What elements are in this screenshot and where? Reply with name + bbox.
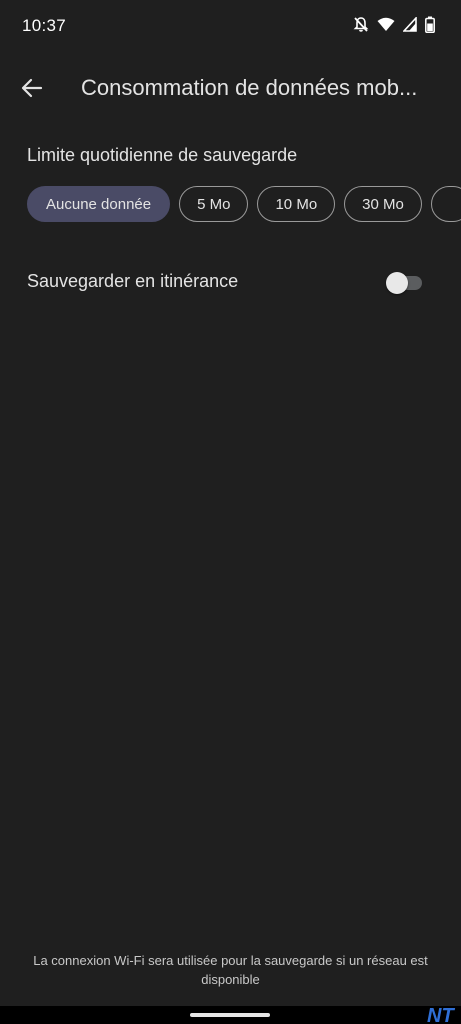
chip-10-mo[interactable]: 10 Mo xyxy=(257,186,336,222)
daily-limit-chips: Aucune donnée 5 Mo 10 Mo 30 Mo xyxy=(27,186,461,224)
app-bar: Consommation de données mob... xyxy=(0,62,461,114)
switch-thumb xyxy=(386,272,408,294)
battery-icon xyxy=(425,16,435,33)
chip-5-mo[interactable]: 5 Mo xyxy=(179,186,249,222)
roaming-backup-row[interactable]: Sauvegarder en itinérance xyxy=(0,258,461,306)
chip-partial[interactable] xyxy=(430,186,461,222)
status-bar: 10:37 xyxy=(0,0,461,52)
status-icons xyxy=(353,16,435,33)
navigation-bar xyxy=(0,1006,461,1024)
arrow-back-icon xyxy=(21,78,43,98)
chip-30-mo[interactable]: 30 Mo xyxy=(344,186,422,222)
svg-text:NT: NT xyxy=(427,1005,455,1024)
back-button[interactable] xyxy=(14,70,50,106)
wifi-backup-note: La connexion Wi-Fi sera utilisée pour la… xyxy=(33,953,428,987)
chip-aucune-donnee[interactable]: Aucune donnée xyxy=(27,186,171,222)
cellular-signal-icon xyxy=(403,17,417,32)
roaming-backup-label: Sauvegarder en itinérance xyxy=(27,271,239,291)
wifi-icon xyxy=(377,17,395,32)
notifications-off-icon xyxy=(353,16,369,33)
screen: 10:37 Consommation de données mob... Lim… xyxy=(0,0,461,1024)
daily-limit-title: Limite quotidienne de sauvegarde xyxy=(27,145,298,165)
watermark-logo: NT xyxy=(427,1005,455,1024)
gesture-handle[interactable] xyxy=(190,1013,270,1017)
status-time: 10:37 xyxy=(22,16,67,35)
page-title: Consommation de données mob... xyxy=(81,75,418,100)
roaming-backup-switch[interactable] xyxy=(386,272,422,294)
